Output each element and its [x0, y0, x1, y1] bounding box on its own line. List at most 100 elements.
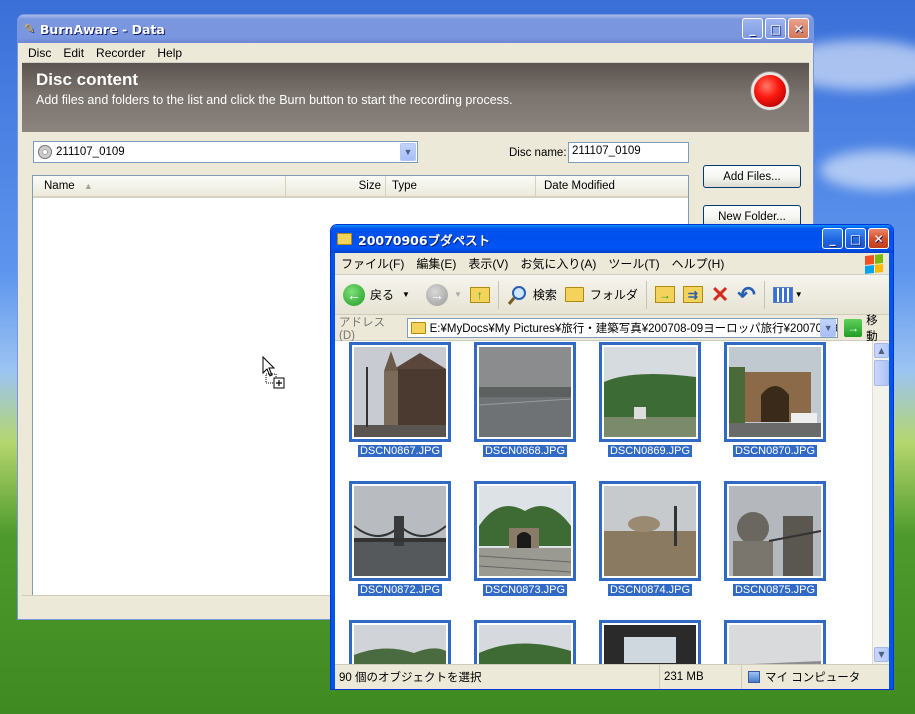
- photo-lion-statue: [604, 486, 696, 576]
- window-title: BurnAware - Data: [39, 21, 165, 37]
- address-input[interactable]: E:¥MyDocs¥My Pictures¥旅行・建築写真¥200708-09ヨ…: [406, 317, 839, 338]
- search-button[interactable]: 検索: [507, 284, 557, 306]
- file-thumbnail[interactable]: DSCN0873.JPG: [474, 481, 576, 597]
- explorer-window[interactable]: 20070906ブダペスト _ □ ✕ ファイル(F) 編集(E) 表示(V) …: [330, 224, 894, 690]
- file-thumbnail[interactable]: [724, 620, 826, 664]
- minimize-button[interactable]: _: [822, 228, 843, 249]
- thumbnail-frame: [349, 481, 451, 581]
- back-arrow-icon: ←: [343, 283, 365, 306]
- file-thumbnail[interactable]: [349, 620, 451, 664]
- menu-tools[interactable]: ツール(T): [602, 255, 665, 272]
- desktop-cloud: [820, 150, 915, 190]
- file-name: DSCN0873.JPG: [481, 583, 569, 597]
- toolbar-separator: [645, 280, 647, 309]
- file-thumbnail[interactable]: DSCN0874.JPG: [599, 481, 701, 597]
- up-folder-button[interactable]: ↑: [469, 286, 490, 303]
- photo-bridge-lion: [729, 486, 822, 576]
- scroll-thumb[interactable]: [874, 360, 889, 386]
- path-combobox[interactable]: 211107_0109 ▼: [33, 141, 418, 163]
- scroll-down-button[interactable]: ▼: [874, 647, 889, 662]
- back-button[interactable]: ← 戻る ▼: [343, 283, 410, 306]
- explorer-titlebar[interactable]: 20070906ブダペスト _ □ ✕: [331, 225, 893, 253]
- file-thumbnail[interactable]: DSCN0870.JPG: [724, 342, 826, 458]
- menu-file[interactable]: ファイル(F): [335, 255, 410, 272]
- menu-bar: Disc Edit Recorder Help: [22, 43, 809, 63]
- menu-recorder[interactable]: Recorder: [90, 46, 151, 60]
- column-date-modified[interactable]: Date Modified: [536, 176, 687, 196]
- chevron-down-icon[interactable]: ▼: [820, 318, 837, 337]
- thumbnail-view[interactable]: DSCN0867.JPG DSCN0868.JPG DSCN0869.JPG D…: [335, 341, 889, 664]
- folder-icon: [337, 233, 352, 245]
- folders-button[interactable]: フォルダ: [564, 286, 638, 303]
- menu-view[interactable]: 表示(V): [462, 255, 514, 272]
- disc-content-header: Disc content Add files and folders to th…: [22, 63, 809, 132]
- menu-edit[interactable]: Edit: [57, 46, 90, 60]
- undo-button[interactable]: ↶: [737, 281, 756, 307]
- photo-sky: [729, 625, 821, 664]
- menu-favorites[interactable]: お気に入り(A): [514, 255, 602, 272]
- menu-disc[interactable]: Disc: [22, 46, 57, 60]
- disc-name-field[interactable]: 211107_0109: [568, 142, 689, 163]
- header-title: Disc content: [36, 70, 139, 89]
- thumbnail-frame: [474, 342, 576, 442]
- forward-button[interactable]: → ▼: [418, 283, 462, 306]
- header-description: Add files and folders to the list and cl…: [36, 93, 513, 107]
- chevron-down-icon: ▼: [453, 290, 462, 299]
- file-thumbnail[interactable]: [599, 620, 701, 664]
- views-button[interactable]: ▼: [772, 286, 803, 303]
- menu-help[interactable]: ヘルプ(H): [666, 255, 731, 272]
- menu-help[interactable]: Help: [151, 46, 188, 60]
- file-thumbnail[interactable]: DSCN0875.JPG: [724, 481, 826, 597]
- file-thumbnail[interactable]: DSCN0869.JPG: [599, 342, 701, 458]
- thumbnail-frame: [599, 342, 701, 442]
- vertical-scrollbar[interactable]: ▲ ▼: [872, 341, 889, 664]
- close-button[interactable]: ✕: [868, 228, 889, 249]
- scroll-up-button[interactable]: ▲: [874, 343, 889, 358]
- folder-icon: [410, 321, 426, 334]
- address-bar: アドレス(D) E:¥MyDocs¥My Pictures¥旅行・建築写真¥20…: [335, 312, 889, 344]
- up-folder-icon: ↑: [469, 286, 490, 303]
- burnaware-titlebar[interactable]: ✎ BurnAware - Data _ □ ✕: [18, 15, 813, 43]
- disc-name-label: Disc name:: [509, 147, 567, 159]
- views-grid-icon: [772, 286, 793, 303]
- path-value: 211107_0109: [56, 146, 125, 158]
- status-selection: 90 個のオブジェクトを選択: [335, 665, 660, 689]
- go-button[interactable]: → 移動: [844, 312, 889, 344]
- file-thumbnail[interactable]: DSCN0867.JPG: [349, 342, 451, 458]
- move-to-button[interactable]: →: [654, 286, 675, 303]
- column-name[interactable]: Name ▲: [33, 176, 286, 196]
- file-name: DSCN0869.JPG: [606, 444, 694, 458]
- file-thumbnail[interactable]: DSCN0868.JPG: [474, 342, 576, 458]
- menu-edit[interactable]: 編集(E): [410, 255, 462, 272]
- minimize-button[interactable]: _: [742, 18, 763, 39]
- drag-copy-cursor-icon: [262, 356, 285, 389]
- chevron-down-icon[interactable]: ▼: [400, 143, 416, 161]
- column-size[interactable]: Size: [286, 176, 386, 196]
- file-thumbnail[interactable]: [474, 620, 576, 664]
- file-thumbnail[interactable]: DSCN0872.JPG: [349, 481, 451, 597]
- delete-x-icon: ✕: [710, 281, 730, 307]
- forward-arrow-icon: →: [425, 283, 448, 306]
- thumbnail-frame: [349, 620, 451, 664]
- file-name: DSCN0874.JPG: [606, 583, 694, 597]
- add-files-button[interactable]: Add Files...: [703, 165, 801, 188]
- disc-icon: [38, 145, 52, 159]
- file-name: DSCN0870.JPG: [731, 444, 819, 458]
- thumbnail-frame: [599, 620, 701, 664]
- column-type[interactable]: Type: [386, 176, 536, 196]
- chevron-down-icon[interactable]: ▼: [402, 290, 410, 299]
- thumbnail-frame: [474, 481, 576, 581]
- undo-icon: ↶: [737, 281, 756, 307]
- copy-to-button[interactable]: ⇉: [682, 286, 703, 303]
- maximize-button[interactable]: □: [845, 228, 866, 249]
- close-button[interactable]: ✕: [788, 18, 809, 39]
- file-name: DSCN0875.JPG: [731, 583, 819, 597]
- photo-tunnel: [478, 486, 572, 576]
- maximize-button[interactable]: □: [765, 18, 786, 39]
- photo-church: [354, 347, 446, 437]
- go-arrow-icon: →: [844, 318, 863, 337]
- sort-ascending-icon: ▲: [83, 181, 93, 191]
- address-label: アドレス(D): [339, 316, 385, 342]
- delete-button[interactable]: ✕: [710, 281, 730, 307]
- burn-button[interactable]: [751, 72, 789, 110]
